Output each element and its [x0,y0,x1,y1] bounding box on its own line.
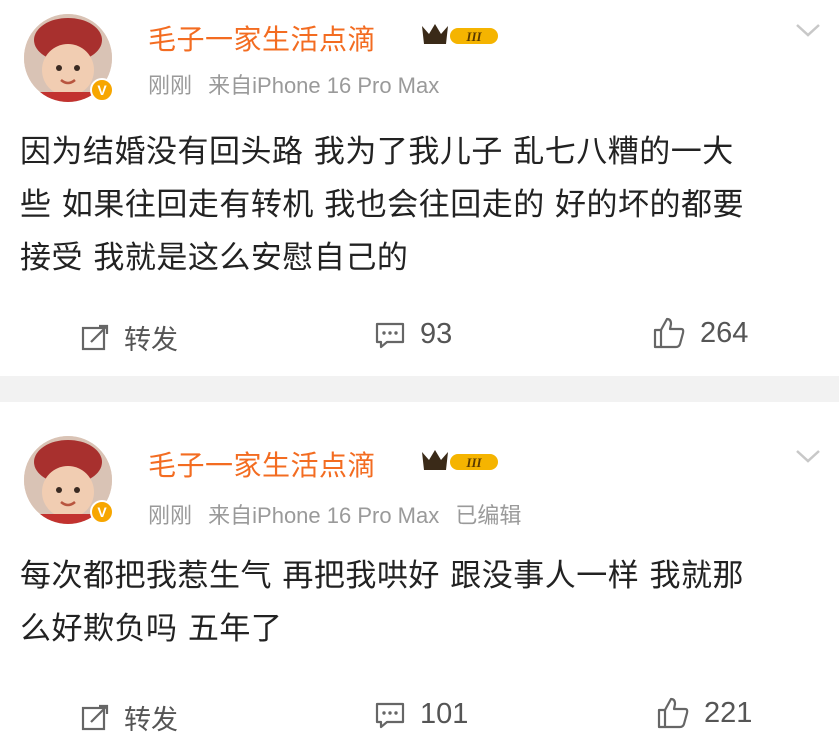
post-source: 来自iPhone 16 Pro Max [208,503,440,528]
post-content: 每次都把我惹生气 再把我哄好 跟没事人一样 我就那 么好欺负吗 五年了 [20,550,820,656]
repost-label: 转发 [124,325,178,356]
post-meta: 刚刚 来自iPhone 16 Pro Max 已编辑 [148,498,531,530]
comment-button[interactable]: 93 [374,318,452,351]
crown-badge-icon: III [422,450,498,470]
like-count: 221 [704,696,753,729]
content-line: 每次都把我惹生气 再把我哄好 跟没事人一样 我就那 [20,558,745,594]
chevron-down-icon[interactable] [795,448,821,464]
comment-icon [375,322,405,348]
comment-button[interactable]: 101 [374,698,468,731]
verified-v-icon: V [90,78,114,102]
post-content: 因为结婚没有回头路 我为了我儿子 乱七八糟的一大 些 如果往回走有转机 我也会往… [20,126,820,285]
like-button[interactable]: 264 [652,316,748,350]
svg-text:III: III [465,455,482,470]
repost-button[interactable]: 转发 [80,698,178,737]
content-line: 么好欺负吗 五年了 [20,611,283,647]
like-icon [653,317,685,349]
comment-count: 93 [420,318,453,350]
content-line: 些 如果往回走有转机 我也会往回走的 好的坏的都要 [20,187,745,223]
content-line: 接受 我就是这么安慰自己的 [20,240,409,276]
edited-label: 已编辑 [455,503,522,528]
repost-button[interactable]: 转发 [80,318,178,357]
crown-badge-icon: III [422,24,498,44]
verified-v-icon: V [90,500,114,524]
comment-icon [375,702,405,728]
like-icon [657,697,689,729]
like-count: 264 [700,316,749,349]
like-button[interactable]: 221 [656,696,752,730]
repost-icon [81,324,109,350]
content-line: 因为结婚没有回头路 我为了我儿子 乱七八糟的一大 [20,134,734,170]
repost-icon [81,704,109,730]
chevron-down-icon[interactable] [795,22,821,38]
post-time: 刚刚 [148,503,193,528]
username[interactable]: 毛子一家生活点滴 [148,444,376,484]
post-divider [0,376,839,402]
post-meta: 刚刚 来自iPhone 16 Pro Max [148,68,449,100]
post-time: 刚刚 [148,73,193,98]
repost-label: 转发 [124,705,178,736]
weibo-post: V 毛子一家生活点滴 III 刚刚 来自iPhone 16 Pro Max 已编… [0,402,839,753]
svg-text:III: III [465,29,482,44]
avatar[interactable]: V [24,14,114,102]
username[interactable]: 毛子一家生活点滴 [148,18,376,58]
post-source: 来自iPhone 16 Pro Max [208,73,440,98]
comment-count: 101 [420,698,469,730]
avatar[interactable]: V [24,436,114,524]
weibo-post: V 毛子一家生活点滴 III 刚刚 来自iPhone 16 Pro Max 因为… [0,0,839,376]
